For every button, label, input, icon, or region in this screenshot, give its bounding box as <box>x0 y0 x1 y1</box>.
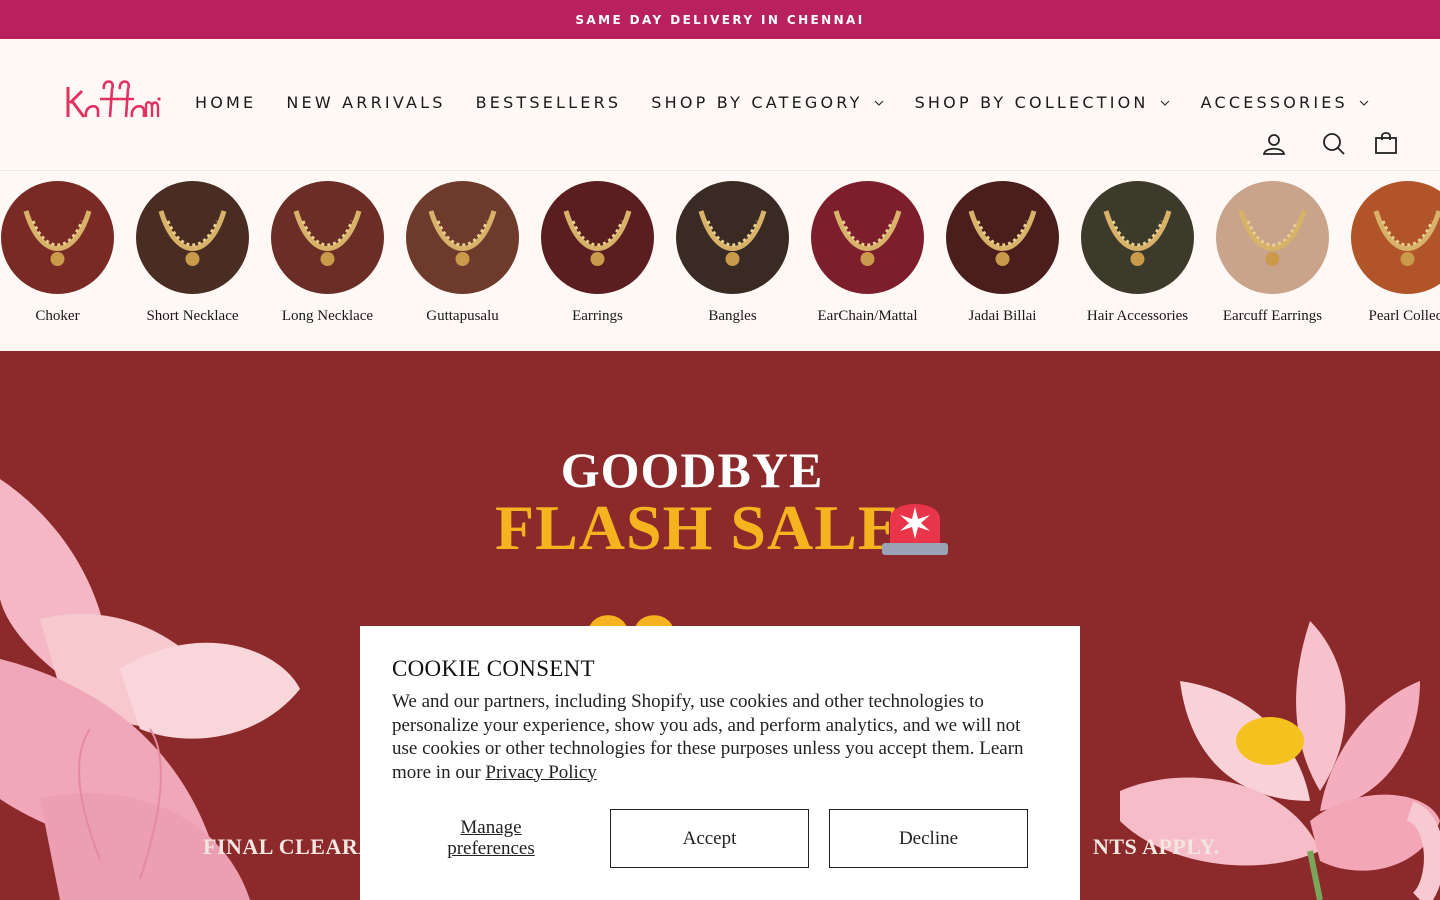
hero-bottom-text-right: NTS APPLY. <box>1093 834 1220 859</box>
category-image <box>1081 181 1194 294</box>
category-image <box>136 181 249 294</box>
category-image <box>1216 181 1329 294</box>
cookie-actions: Manage preferences Accept Decline <box>392 809 1048 869</box>
cookie-title: COOKIE CONSENT <box>392 656 595 681</box>
nav-home[interactable]: HOME <box>195 93 256 112</box>
category-label: Hair Accessories <box>1086 308 1189 324</box>
siren-icon <box>882 504 948 555</box>
nav-label: ACCESSORIES <box>1200 93 1348 112</box>
category-item[interactable]: Pearl Collect <box>1340 181 1440 325</box>
category-label: Bangles <box>708 308 757 324</box>
cookie-body: We and our partners, including Shopify, … <box>392 690 1048 784</box>
privacy-policy-link[interactable]: Privacy Policy <box>485 762 596 783</box>
nav-label: NEW ARRIVALS <box>286 93 446 112</box>
nav-shop-by-category[interactable]: SHOP BY CATEGORY <box>651 93 884 112</box>
nav-bestsellers[interactable]: BESTSELLERS <box>476 93 622 112</box>
site-header: HOME NEW ARRIVALS BESTSELLERS SHOP BY CA… <box>0 39 1440 171</box>
category-item[interactable]: Hair Accessories <box>1070 181 1205 325</box>
category-label: Long Necklace <box>281 308 374 324</box>
announcement-text: SAME DAY DELIVERY IN CHENNAI <box>575 12 865 27</box>
category-label: EarChain/Mattal <box>817 308 918 324</box>
account-icon[interactable] <box>1262 132 1286 156</box>
category-item[interactable]: Earrings <box>530 181 665 325</box>
manage-preferences-link[interactable]: Manage preferences <box>392 817 590 859</box>
nav-label: SHOP BY CATEGORY <box>651 93 863 112</box>
manage-line: Manage <box>460 817 522 838</box>
brand-logo[interactable] <box>62 77 162 125</box>
decline-button[interactable]: Decline <box>829 809 1028 868</box>
category-image <box>406 181 519 294</box>
nav-label: SHOP BY COLLECTION <box>914 93 1149 112</box>
category-item[interactable]: Bangles <box>665 181 800 325</box>
search-icon[interactable] <box>1322 132 1346 156</box>
nav-label: BESTSELLERS <box>475 93 622 112</box>
cookie-consent-dialog: COOKIE CONSENT We and our partners, incl… <box>360 626 1080 900</box>
nav-new-arrivals[interactable]: NEW ARRIVALS <box>286 93 445 112</box>
accept-button[interactable]: Accept <box>610 809 809 868</box>
category-image <box>811 181 924 294</box>
chevron-down-icon <box>874 100 884 106</box>
category-label: Earcuff Earrings <box>1222 308 1323 324</box>
category-item[interactable]: Choker <box>0 181 125 325</box>
category-label: Pearl Collect <box>1368 308 1440 324</box>
category-item[interactable]: Jadai Billai <box>935 181 1070 325</box>
category-image <box>271 181 384 294</box>
category-label: Jadai Billai <box>968 308 1037 324</box>
hero-title-flash-sale: FLASH SALE <box>495 492 902 563</box>
chevron-down-icon <box>1160 100 1170 106</box>
category-item[interactable]: Earcuff Earrings <box>1205 181 1340 325</box>
category-item[interactable]: EarChain/Mattal <box>800 181 935 325</box>
category-carousel: Choker Short Necklace Long Necklace Guttapu… <box>0 171 1440 351</box>
manage-line: preferences <box>447 838 535 859</box>
category-image <box>1351 181 1440 294</box>
category-item[interactable]: Guttapusalu <box>395 181 530 325</box>
category-item[interactable]: Long Necklace <box>260 181 395 325</box>
category-image <box>676 181 789 294</box>
category-image <box>541 181 654 294</box>
main-nav: HOME NEW ARRIVALS BESTSELLERS SHOP BY CA… <box>195 93 1400 112</box>
nav-label: HOME <box>195 93 257 112</box>
nav-accessories[interactable]: ACCESSORIES <box>1201 93 1370 112</box>
category-label: Choker <box>35 308 80 324</box>
category-image <box>946 181 1059 294</box>
nav-shop-by-collection[interactable]: SHOP BY COLLECTION <box>915 93 1171 112</box>
announcement-bar: SAME DAY DELIVERY IN CHENNAI <box>0 0 1440 39</box>
chevron-down-icon <box>1359 100 1369 106</box>
category-image <box>1 181 114 294</box>
category-label: Earrings <box>572 308 623 324</box>
cart-icon[interactable] <box>1374 131 1398 155</box>
category-item[interactable]: Short Necklace <box>125 181 260 325</box>
category-label: Short Necklace <box>146 308 239 324</box>
category-label: Guttapusalu <box>426 308 499 324</box>
